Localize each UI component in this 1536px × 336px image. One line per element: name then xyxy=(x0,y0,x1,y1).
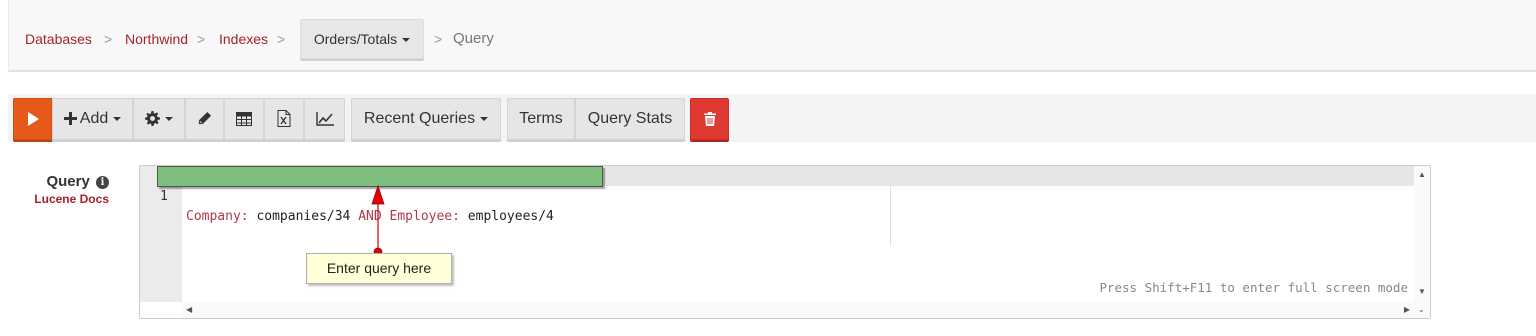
chevron-down-icon[interactable]: ⌄ xyxy=(1418,306,1425,314)
trash-icon xyxy=(703,111,716,126)
edit-button[interactable] xyxy=(185,98,224,140)
delete-button[interactable] xyxy=(690,98,729,140)
breadcrumb-northwind[interactable]: Northwind xyxy=(125,31,188,47)
vertical-scrollbar[interactable]: ▲ ▼ ⌄ xyxy=(1414,166,1430,318)
lucene-docs-link[interactable]: Lucene Docs xyxy=(0,192,109,206)
table-view-button[interactable] xyxy=(224,98,264,140)
settings-button[interactable] xyxy=(133,98,185,140)
add-button-label: Add xyxy=(79,110,109,127)
recent-queries-button[interactable]: Recent Queries xyxy=(351,98,501,140)
chart-button[interactable] xyxy=(304,98,345,140)
scroll-right-icon[interactable]: ▶ xyxy=(1404,306,1410,314)
info-icon[interactable]: i xyxy=(96,176,109,189)
pencil-icon xyxy=(198,112,212,125)
breadcrumb-databases[interactable]: Databases xyxy=(25,31,92,47)
breadcrumb-separator: > xyxy=(434,31,443,47)
chevron-down-icon xyxy=(402,38,411,43)
chevron-down-icon xyxy=(480,116,489,121)
breadcrumb-separator: > xyxy=(277,31,286,47)
index-dropdown[interactable]: Orders/Totals xyxy=(300,19,424,59)
breadcrumb-indexes[interactable]: Indexes xyxy=(219,31,268,47)
query-stats-button[interactable]: Query Stats xyxy=(575,98,685,140)
plus-icon xyxy=(63,112,77,126)
chart-icon xyxy=(315,111,334,126)
index-dropdown-label: Orders/Totals xyxy=(313,31,398,47)
line-number: 1 xyxy=(160,189,168,204)
callout-tooltip: Enter query here xyxy=(306,253,452,284)
scroll-down-icon[interactable]: ▼ xyxy=(1418,288,1426,296)
terms-label: Terms xyxy=(519,110,563,127)
breadcrumb-separator: > xyxy=(104,31,113,47)
add-button[interactable]: Add xyxy=(52,98,133,140)
query-stats-label: Query Stats xyxy=(587,110,673,127)
export-excel-button[interactable] xyxy=(264,98,304,140)
scroll-left-icon[interactable]: ◀ xyxy=(186,306,192,314)
gear-icon xyxy=(145,111,160,127)
breadcrumb-current: Query xyxy=(453,30,494,47)
query-editor[interactable]: 1 Company: companies/34 AND Employee: em… xyxy=(139,165,1431,319)
horizontal-scrollbar[interactable]: ◀ ▶ xyxy=(182,302,1414,318)
table-icon xyxy=(236,111,252,126)
chevron-down-icon xyxy=(165,116,173,121)
token-value: employees/4 xyxy=(459,209,554,224)
breadcrumb-separator: > xyxy=(197,31,206,47)
fullscreen-hint: Press Shift+F11 to enter full screen mod… xyxy=(1099,280,1408,295)
scroll-up-icon[interactable]: ▲ xyxy=(1418,171,1426,179)
callout-arrow xyxy=(371,184,385,257)
excel-icon xyxy=(277,110,291,128)
run-query-button[interactable] xyxy=(13,98,52,140)
play-icon xyxy=(27,111,39,126)
recent-queries-label: Recent Queries xyxy=(363,110,476,127)
chevron-down-icon xyxy=(113,116,122,121)
terms-button[interactable]: Terms xyxy=(507,98,575,140)
token-value: companies/34 xyxy=(248,209,359,224)
breadcrumb: Databases > Northwind > Indexes > Orders… xyxy=(8,0,1536,72)
token-field: Company: xyxy=(186,209,249,224)
query-label: Query i xyxy=(0,173,109,190)
print-margin xyxy=(890,166,891,246)
editor-line[interactable]: 1 Company: companies/34 AND Employee: em… xyxy=(140,167,554,224)
